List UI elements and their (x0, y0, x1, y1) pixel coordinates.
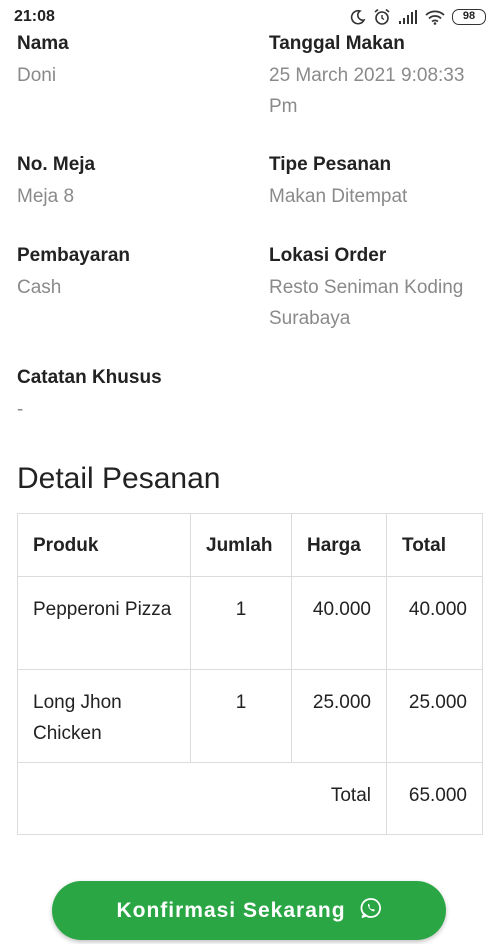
product-total: 40.000 (386, 576, 483, 670)
battery-icon: 98 (452, 9, 486, 25)
order-detail-title: Detail Pesanan (17, 462, 221, 495)
order-type-label: Tipe Pesanan (269, 154, 392, 175)
table-row: Long Jhon Chicken 1 25.000 25.000 (17, 669, 483, 763)
product-price: 25.000 (291, 669, 387, 763)
product-name: Long Jhon Chicken (17, 669, 191, 763)
status-bar: 21:08 98 (0, 0, 500, 34)
order-location-label: Lokasi Order (269, 245, 387, 266)
status-time: 21:08 (14, 8, 55, 25)
date-value: 25 March 2021 9:08:33 Pm (269, 65, 465, 117)
table-number-label: No. Meja (17, 154, 96, 175)
confirm-button-label: Konfirmasi Sekarang (116, 898, 346, 922)
column-header-product: Produk (17, 513, 191, 577)
name-label: Nama (17, 33, 69, 54)
order-type-value: Makan Ditempat (269, 186, 408, 207)
product-total: 25.000 (386, 669, 483, 763)
column-header-quantity: Jumlah (190, 513, 292, 577)
date-label: Tanggal Makan (269, 33, 405, 54)
alarm-icon (373, 8, 391, 26)
whatsapp-icon (360, 897, 382, 925)
special-notes-label: Catatan Khusus (17, 367, 162, 388)
grand-total-row: Total 65.000 (17, 762, 483, 835)
product-name: Pepperoni Pizza (17, 576, 191, 670)
payment-value: Cash (17, 277, 62, 298)
moon-icon (350, 9, 366, 25)
name-value: Doni (17, 65, 57, 86)
grand-total-label: Total (17, 762, 387, 835)
table-row: Pepperoni Pizza 1 40.000 40.000 (17, 576, 483, 670)
payment-label: Pembayaran (17, 245, 131, 266)
signal-icon (398, 10, 418, 24)
column-header-price: Harga (291, 513, 387, 577)
product-price: 40.000 (291, 576, 387, 670)
grand-total-value: 65.000 (386, 762, 483, 835)
column-header-total: Total (386, 513, 483, 577)
status-icons: 98 (350, 8, 486, 26)
product-quantity: 1 (190, 669, 292, 763)
table-header-row: Produk Jumlah Harga Total (17, 513, 483, 577)
product-quantity: 1 (190, 576, 292, 670)
confirm-now-button[interactable]: Konfirmasi Sekarang (52, 881, 446, 940)
special-notes-value: - (17, 399, 24, 420)
wifi-icon (425, 10, 445, 25)
table-number-value: Meja 8 (17, 186, 75, 207)
order-location-value: Resto Seniman Koding Surabaya (269, 277, 464, 329)
order-detail-table: Produk Jumlah Harga Total Pepperoni Pizz… (17, 513, 483, 835)
